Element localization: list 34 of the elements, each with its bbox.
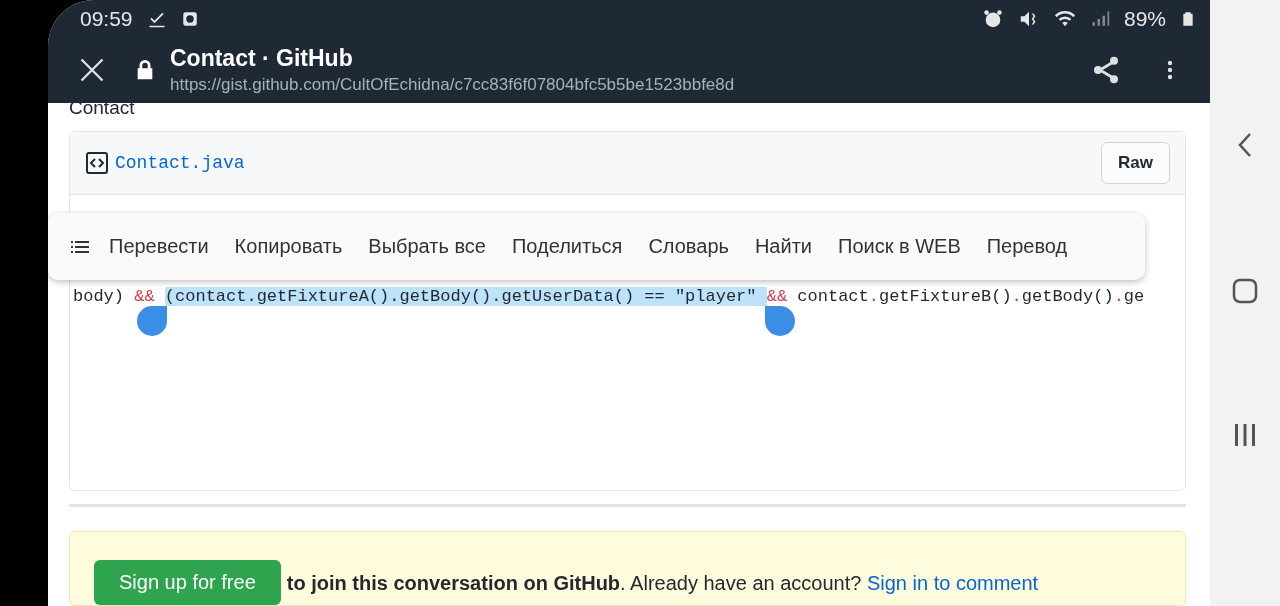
menu-item[interactable]: Копировать xyxy=(221,235,356,258)
battery-percent: 89% xyxy=(1123,6,1166,31)
recent-apps-button[interactable] xyxy=(1233,422,1257,448)
join-text: to join this conversation on GitHub. Already have an account? Sign in to comment xyxy=(286,571,1039,595)
menu-item[interactable]: Поделиться xyxy=(498,235,636,258)
code-text: ge xyxy=(1123,287,1145,306)
selection-handle-icon[interactable] xyxy=(136,306,167,336)
home-button[interactable] xyxy=(1232,278,1258,304)
code-text: getFixtureB() xyxy=(878,287,1012,306)
menu-item[interactable]: Поиск в WEB xyxy=(825,235,974,258)
sign-in-link[interactable]: Sign in to comment xyxy=(866,572,1039,594)
alarm-icon xyxy=(981,7,1004,30)
menu-item[interactable]: Выбрать все xyxy=(355,235,499,258)
menu-item[interactable]: Словарь xyxy=(635,235,742,258)
notification-icon xyxy=(180,9,199,28)
menu-item[interactable]: Перевести xyxy=(96,235,222,258)
clock-time: 09:59 xyxy=(80,6,133,31)
code-file-icon xyxy=(85,151,109,175)
page-url: https://gist.github.com/CultOfEchidna/c7cc83f6f07804bfc5b5be1523bbfe8d xyxy=(170,75,735,96)
code-operator: . xyxy=(1011,287,1022,306)
code-operator: && xyxy=(134,287,156,306)
file-name-link[interactable]: Contact.java xyxy=(115,153,245,173)
selection-handle-icon[interactable] xyxy=(764,306,795,336)
menu-item[interactable]: Перевод xyxy=(973,235,1081,258)
menu-item[interactable]: Найти xyxy=(741,235,825,258)
code-operator: . xyxy=(868,287,879,306)
gist-heading: Contact xyxy=(69,97,136,119)
code-text: contact xyxy=(796,287,869,306)
code-text: getBody() xyxy=(1021,287,1114,306)
code-operator: && xyxy=(766,287,788,306)
code-text: body) xyxy=(73,287,125,306)
code-operator: . xyxy=(1113,287,1124,306)
page-title: Contact · GitHub xyxy=(170,45,354,73)
raw-button[interactable]: Raw xyxy=(1101,142,1170,184)
